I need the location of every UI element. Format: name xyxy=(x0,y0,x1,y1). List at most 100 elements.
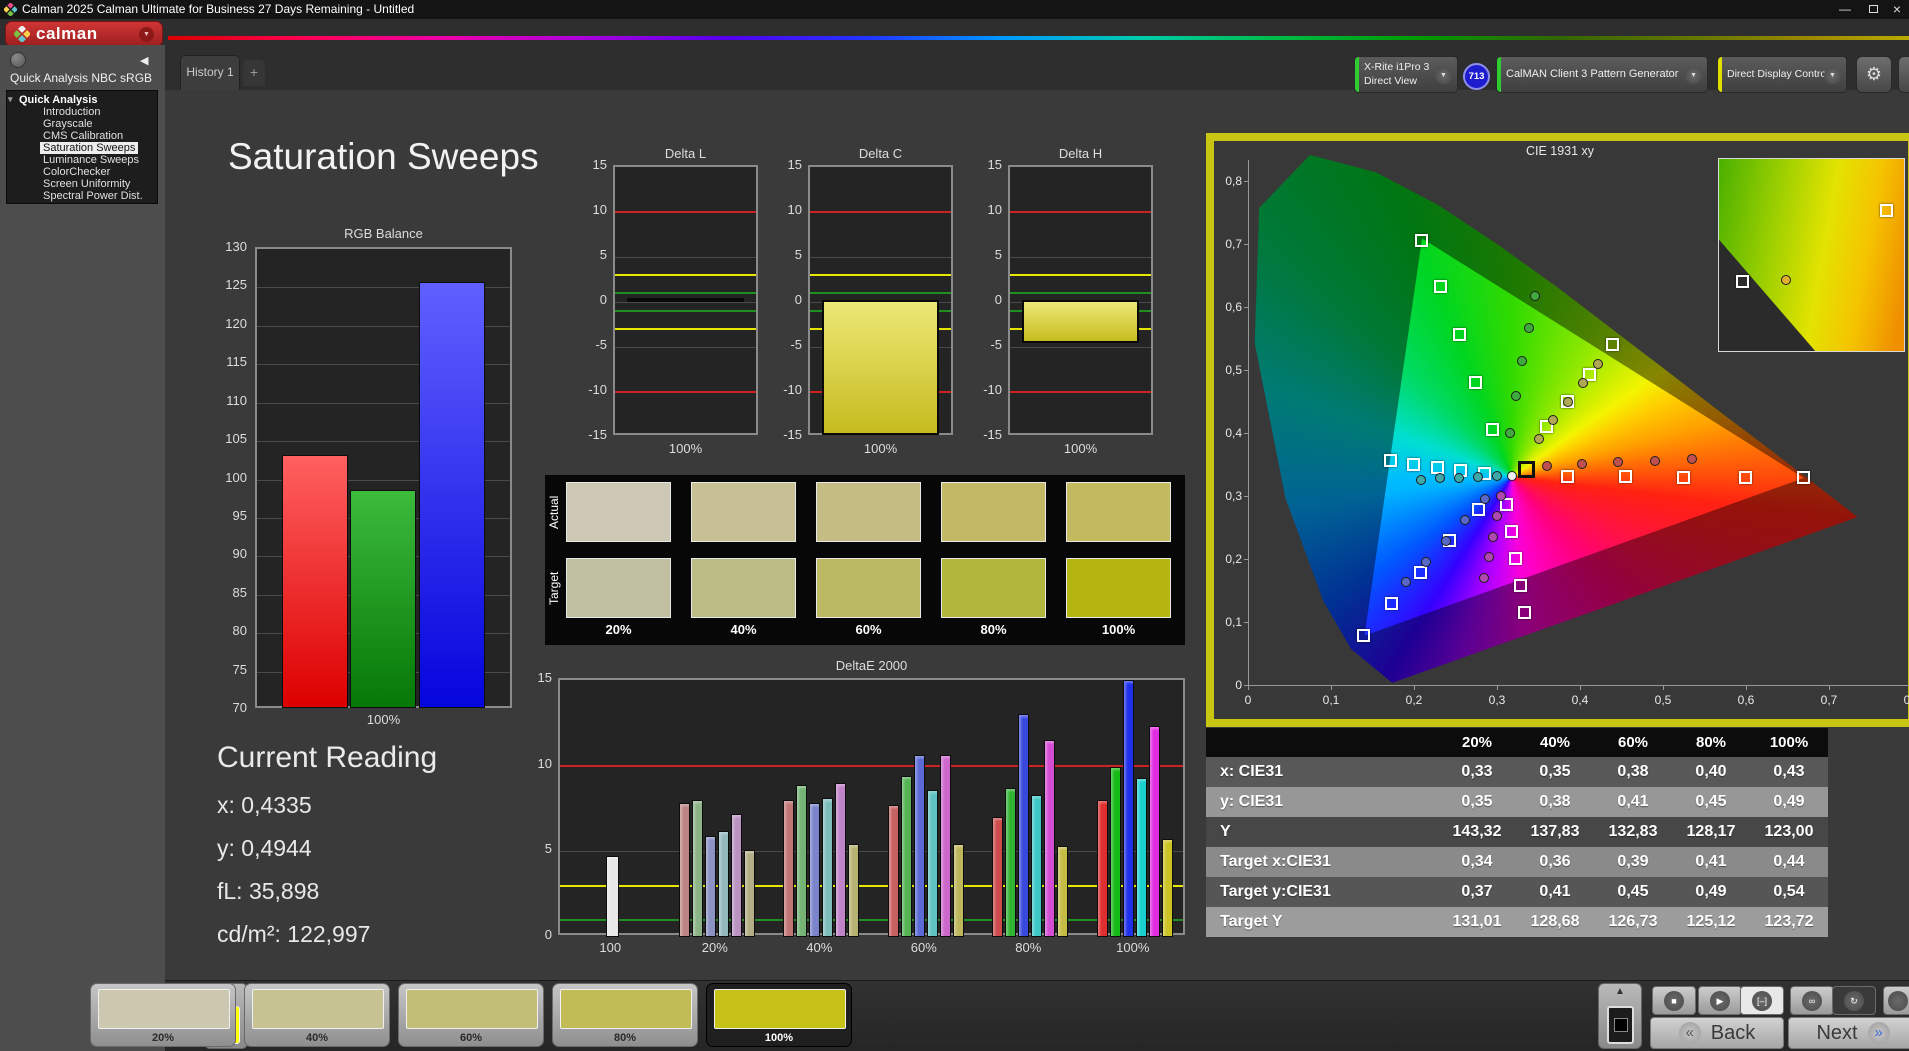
add-tab-button[interactable]: + xyxy=(243,60,265,86)
table-cell: 0,54 xyxy=(1773,883,1805,900)
cie-x-tick: 0,6 xyxy=(1737,693,1755,707)
cie-target-marker-red xyxy=(1618,470,1632,484)
tick xyxy=(1497,685,1498,690)
deltae-bar xyxy=(1148,726,1160,937)
partial-edge-button[interactable]: ◖ xyxy=(1898,56,1909,93)
sidebar-item-colorchecker[interactable]: ColorChecker xyxy=(43,166,110,178)
cie-y-tick: 0,2 xyxy=(1225,552,1242,566)
swatch-col-label: 80% xyxy=(980,622,1007,637)
table-cell: 0,40 xyxy=(1695,763,1727,780)
rgb-bar-red xyxy=(282,455,348,708)
cie-target-marker-red xyxy=(1676,470,1690,484)
delta_h-bar xyxy=(1022,300,1139,344)
cie-target-marker-green xyxy=(1469,375,1483,389)
close-icon[interactable]: × xyxy=(1884,0,1909,19)
cie-target-marker-magenta xyxy=(1514,579,1528,593)
reference-line xyxy=(560,884,1183,887)
y-axis-tick: 0 xyxy=(994,292,1002,307)
transport-mini-panel[interactable]: ▲ xyxy=(1598,983,1642,1049)
reference-line xyxy=(810,274,951,276)
table-cell: 0,41 xyxy=(1617,793,1649,810)
table-row-label: Target Y xyxy=(1220,913,1283,930)
next-button[interactable]: Next » xyxy=(1788,1017,1909,1049)
cie-inset-target-marker xyxy=(1880,203,1894,217)
meter-count-badge[interactable]: 713 xyxy=(1463,63,1490,90)
pattern-label: 100% xyxy=(764,1032,794,1044)
table-cell: 128,68 xyxy=(1530,913,1580,930)
pattern-button-80%[interactable]: 80% xyxy=(552,983,698,1047)
display-control-dropdown[interactable]: Direct Display Control ▼ xyxy=(1717,56,1847,93)
loop-infinity-button[interactable]: ∞ xyxy=(1790,986,1834,1015)
y-axis-tick: -10 xyxy=(783,382,802,397)
pattern-button-100%[interactable]: 100% xyxy=(706,983,852,1047)
play-button[interactable]: ▶ xyxy=(1698,986,1742,1015)
sidebar-item-grayscale[interactable]: Grayscale xyxy=(43,118,93,130)
tick xyxy=(1244,559,1248,560)
y-axis-tick: -15 xyxy=(588,427,607,442)
source-dropdown[interactable]: CalMAN Client 3 Pattern Generator ▼ xyxy=(1496,56,1708,93)
source-status-strip xyxy=(1497,57,1501,92)
sidebar-item-screen-uniformity[interactable]: Screen Uniformity xyxy=(43,178,130,190)
table-cell: 0,35 xyxy=(1461,793,1493,810)
table-cell: 123,00 xyxy=(1764,823,1814,840)
pattern-button-60%[interactable]: 60% xyxy=(398,983,544,1047)
deltae-bar xyxy=(848,844,860,937)
y-axis-tick: -10 xyxy=(983,382,1002,397)
cie-inset-measured-marker xyxy=(1780,274,1791,285)
sidebar-item-introduction[interactable]: Introduction xyxy=(43,106,100,118)
deltae-bar xyxy=(743,849,755,937)
reference-line xyxy=(1010,292,1151,294)
settings-gear-button[interactable]: ⚙ xyxy=(1856,56,1892,93)
tab-history-1[interactable]: History 1 xyxy=(180,55,240,90)
pattern-button-40%[interactable]: 40% xyxy=(244,983,390,1047)
cie-measured-marker-red xyxy=(1649,455,1660,466)
cie-target-marker-blue xyxy=(1413,565,1427,579)
table-cell: 123,72 xyxy=(1764,913,1814,930)
sidebar-item-spectral-power-dist-[interactable]: Spectral Power Dist. xyxy=(43,190,143,202)
partial-edge-transport-button[interactable] xyxy=(1883,986,1909,1015)
cie-target-marker-red xyxy=(1560,470,1574,484)
table-cell: 0,45 xyxy=(1617,883,1649,900)
sidebar-item-cms-calibration[interactable]: CMS Calibration xyxy=(43,130,123,142)
calman-menu-button[interactable]: calman ▼ xyxy=(5,21,163,47)
cie-target-marker-green xyxy=(1415,233,1429,247)
tree-expanded-icon: ▾ xyxy=(8,94,13,104)
sidebar-item-luminance-sweeps[interactable]: Luminance Sweeps xyxy=(43,154,139,166)
stop-button[interactable]: ■ xyxy=(1652,986,1696,1015)
delta_l-bar xyxy=(627,297,744,302)
step-icon: [–] xyxy=(1752,990,1772,1011)
tick xyxy=(1829,685,1830,690)
y-axis-tick: 15 xyxy=(592,157,607,172)
step-button[interactable]: [–] xyxy=(1740,986,1784,1015)
table-cell: 0,39 xyxy=(1617,853,1649,870)
back-button[interactable]: « Back xyxy=(1650,1017,1784,1049)
sidebar-record-button[interactable] xyxy=(10,52,26,68)
pattern-label: 80% xyxy=(613,1032,637,1044)
sidebar-collapse-icon[interactable]: ◀ xyxy=(140,54,148,67)
minimize-icon[interactable]: — xyxy=(1832,0,1858,19)
deltae-bar xyxy=(1057,846,1069,937)
table-cell: 137,83 xyxy=(1530,823,1580,840)
reference-line xyxy=(1010,391,1151,393)
tick xyxy=(1244,307,1248,308)
table-column-header: 100% xyxy=(1769,734,1809,751)
table-column-header: 20% xyxy=(1461,734,1493,751)
pattern-button-20%[interactable]: 20% xyxy=(90,983,236,1047)
y-axis-tick: -5 xyxy=(790,337,802,352)
transport-popup-arrow-icon: ▲ xyxy=(1615,986,1625,997)
tree-root-node[interactable]: ▾ Quick Analysis xyxy=(8,94,97,106)
stop-pattern-button[interactable] xyxy=(1607,1006,1634,1044)
table-cell: 0,37 xyxy=(1461,883,1493,900)
cie-measured-marker-blue xyxy=(1400,577,1411,588)
actual-swatch-100% xyxy=(1066,482,1171,542)
y-axis-tick: -5 xyxy=(990,337,1002,352)
delta_l-title: Delta L xyxy=(664,146,707,161)
refresh-button[interactable]: ↻ xyxy=(1832,986,1876,1015)
stop-icon: ■ xyxy=(1664,990,1684,1011)
y-axis-tick: 95 xyxy=(232,507,247,523)
y-axis-tick: 5 xyxy=(994,247,1002,262)
sidebar-item-saturation-sweeps[interactable]: Saturation Sweeps xyxy=(40,142,139,154)
meter-dropdown[interactable]: X-Rite i1Pro 3 Direct View ▼ xyxy=(1354,56,1458,93)
table-header-row: 20% 40% 60% 80% 100% xyxy=(1206,728,1828,757)
maximize-icon[interactable] xyxy=(1860,0,1886,19)
